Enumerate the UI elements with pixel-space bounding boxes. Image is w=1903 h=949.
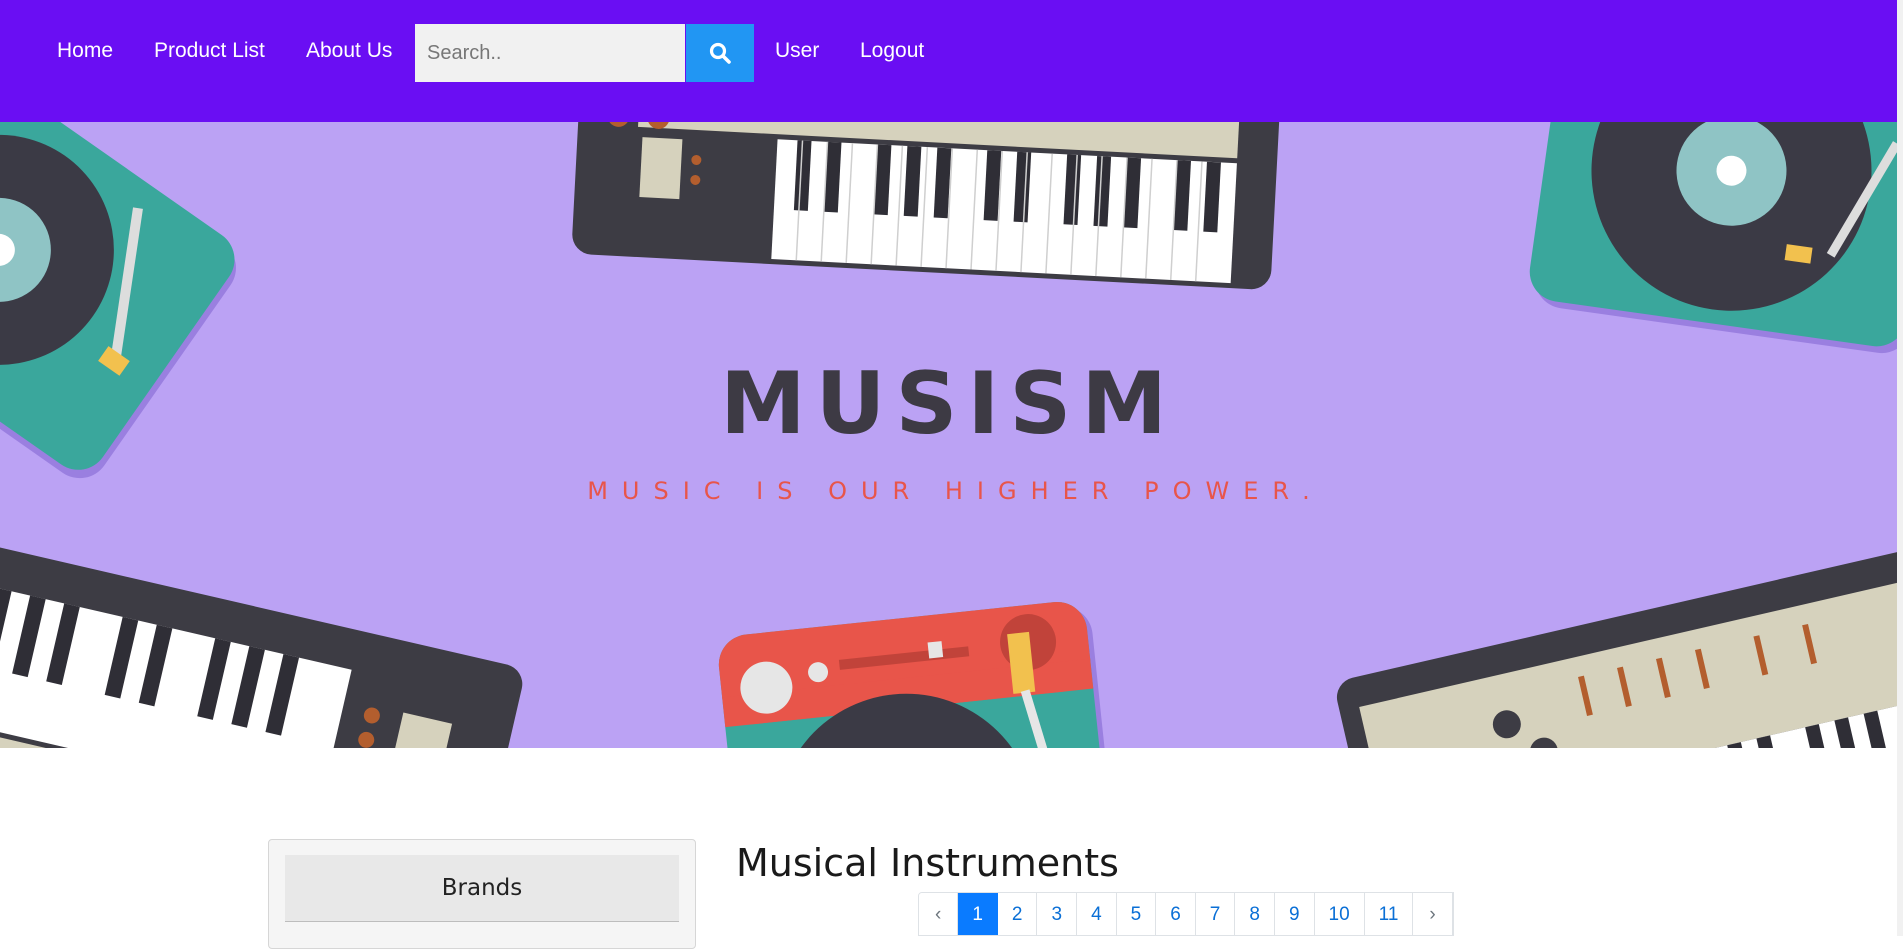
keyboard-icon	[1336, 551, 1897, 748]
nav-link-logout[interactable]: Logout	[860, 38, 924, 64]
pagination-page-4[interactable]: 4	[1077, 893, 1117, 935]
search-icon	[709, 42, 731, 64]
pagination-page-9[interactable]: 9	[1274, 893, 1315, 935]
hero-banner: MUSISM MUSIC IS OUR HIGHER POWER.	[0, 122, 1897, 748]
hero-tagline: MUSIC IS OUR HIGHER POWER.	[587, 477, 1324, 505]
scrollbar[interactable]	[1897, 0, 1903, 936]
pagination-page-7[interactable]: 7	[1195, 893, 1236, 935]
brands-panel: Brands	[268, 839, 696, 949]
pagination-page-1[interactable]: 1	[958, 893, 998, 935]
pagination-page-8[interactable]: 8	[1235, 893, 1275, 935]
pagination-next[interactable]: ›	[1413, 893, 1453, 935]
search-button[interactable]	[686, 24, 754, 82]
keyboard-icon	[572, 122, 1280, 290]
nav-link-about-us[interactable]: About Us	[306, 38, 392, 64]
pagination-page-2[interactable]: 2	[997, 893, 1038, 935]
pagination-page-11[interactable]: 11	[1364, 893, 1414, 935]
brands-header: Brands	[285, 855, 679, 922]
pagination-page-10[interactable]: 10	[1314, 893, 1365, 935]
pagination-prev[interactable]: ‹	[919, 893, 959, 935]
pagination-page-6[interactable]: 6	[1156, 893, 1196, 935]
page-title: Musical Instruments	[736, 841, 1119, 885]
keyboard-icon	[0, 524, 523, 748]
pagination-page-3[interactable]: 3	[1037, 893, 1078, 935]
top-navbar: Home Product List About Us User Logout	[0, 0, 1897, 122]
turntable-icon	[1529, 122, 1897, 354]
hero-title: MUSISM	[720, 354, 1177, 454]
nav-link-user[interactable]: User	[775, 38, 819, 64]
turntable-icon	[718, 601, 1118, 748]
pagination-page-5[interactable]: 5	[1116, 893, 1157, 935]
pagination: ‹ 1 2 3 4 5 6 7 8 9 10 11 ›	[918, 892, 1454, 936]
nav-link-product-list[interactable]: Product List	[154, 38, 265, 64]
search-input[interactable]	[415, 24, 685, 82]
nav-link-home[interactable]: Home	[57, 38, 113, 64]
